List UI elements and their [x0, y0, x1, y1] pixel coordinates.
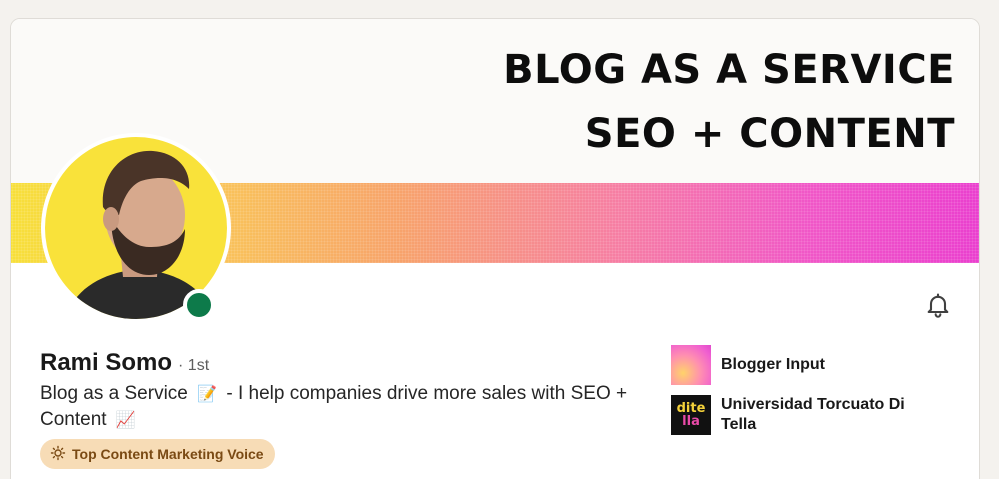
memo-icon: 📝: [197, 386, 218, 403]
cover-title-line1: BLOG AS A SERVICE: [503, 47, 955, 93]
org-name: Universidad Torcuato Di Tella: [721, 396, 905, 433]
headline-text-1: Blog as a Service: [40, 383, 188, 404]
ditella-logo: dite lla: [671, 395, 711, 435]
chart-increasing-icon: 📈: [115, 412, 136, 429]
online-status-dot: [183, 289, 215, 321]
top-voice-badge[interactable]: Top Content Marketing Voice: [40, 439, 275, 469]
name-row: Rami Somo · 1st: [40, 349, 209, 377]
connection-degree: · 1st: [178, 357, 210, 374]
cover-title-line2: SEO + CONTENT: [584, 111, 955, 157]
lightbulb-icon: [50, 445, 66, 464]
profile-headline: Blog as a Service 📝 - I help companies d…: [40, 381, 660, 433]
badge-label: Top Content Marketing Voice: [72, 446, 264, 462]
org-blogger-input[interactable]: Blogger Input: [671, 345, 825, 385]
blogger-input-logo: [671, 345, 711, 385]
bell-icon[interactable]: [924, 291, 952, 319]
profile-card: BLOG AS A SERVICE SEO + CONTENT Rami Som…: [10, 18, 980, 479]
org-ditella[interactable]: dite lla Universidad Torcuato Di Tella: [671, 395, 931, 435]
org-name: Blogger Input: [721, 356, 825, 373]
profile-name[interactable]: Rami Somo: [40, 349, 172, 377]
